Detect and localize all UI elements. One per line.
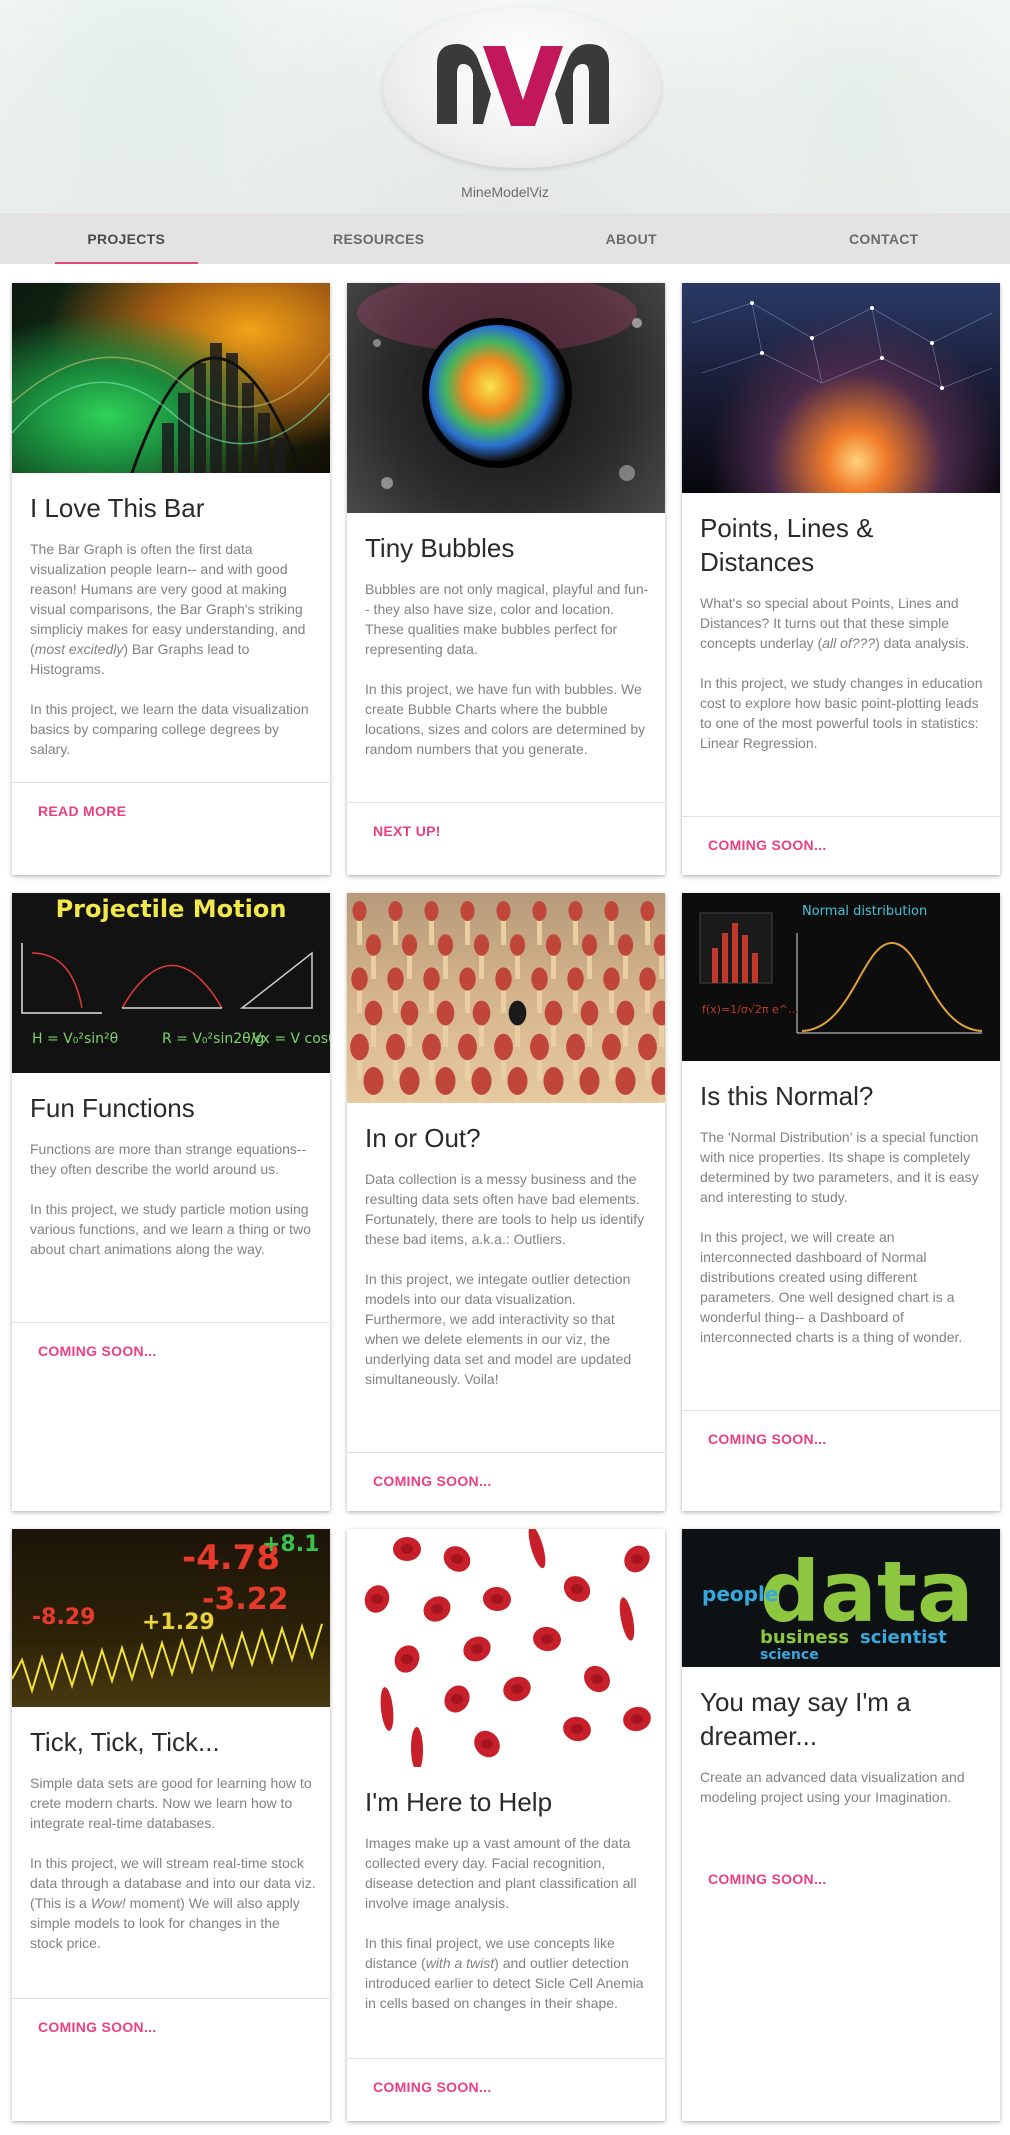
ticker-value: -8.29 [32,1605,95,1630]
card-title: I Love This Bar [30,493,205,523]
project-card-bubbles: Tiny Bubbles Bubbles are not only magica… [347,283,665,875]
card-divider [347,2058,665,2059]
stock-ticker-image: -4.78 -8.29 +1.29 -3.22 +8.1 [12,1529,330,1707]
card-divider [347,802,665,803]
project-card-cells: I'm Here to Help Images make up a vast a… [347,1529,665,2121]
card-divider [682,816,1000,817]
coming-soon-link[interactable]: COMING SOON... [373,2079,492,2095]
word-cloud-word: business [760,1627,849,1648]
coming-soon-link[interactable]: COMING SOON... [38,1343,157,1359]
svg-text:f(x)=1/σ√2π e^…: f(x)=1/σ√2π e^… [702,1003,799,1016]
card-divider [682,1410,1000,1411]
nav-about[interactable]: ABOUT [505,213,758,264]
nav-resources[interactable]: RESOURCES [253,213,506,264]
red-blood-cells-image [347,1529,665,1767]
coming-soon-link[interactable]: COMING SOON... [38,2019,157,2035]
coming-soon-link[interactable]: COMING SOON... [373,1473,492,1489]
coming-soon-link[interactable]: COMING SOON... [708,837,827,853]
read-more-link[interactable]: READ MORE [38,803,126,819]
card-description: Create an advanced data visualization an… [700,1769,965,1805]
card-title: Fun Functions [30,1093,195,1123]
card-description: Images make up a vast amount of the data… [365,1835,644,2011]
coming-soon-link[interactable]: COMING SOON... [708,1431,827,1447]
svg-text:Vx = V cosθ: Vx = V cosθ [252,1031,330,1047]
card-divider [12,1322,330,1323]
card-title: Tick, Tick, Tick... [30,1727,220,1757]
card-title: In or Out? [365,1123,481,1153]
bar-graph-image [12,283,330,473]
project-card-normal: Normal distribution f(x)=1/σ√2π e^… Is t… [682,893,1000,1511]
project-card-points: Points, Lines & Distances What's so spec… [682,283,1000,875]
image-heading: Projectile Motion [56,895,287,923]
card-title: Is this Normal? [700,1081,874,1111]
next-up-link[interactable]: NEXT UP! [373,823,441,839]
project-card-functions: Projectile Motion H = V₀²sin²θ R = V₀²sin… [12,893,330,1511]
card-divider [12,1998,330,1999]
site-header: MineModelViz [0,0,1010,213]
word-cloud-word: science [760,1647,819,1663]
card-description: Bubbles are not only magical, playful an… [365,581,649,757]
nav-contact[interactable]: CONTACT [758,213,1010,264]
card-title: I'm Here to Help [365,1787,553,1817]
main-nav: PROJECTS RESOURCES ABOUT CONTACT [0,213,1010,264]
network-image [682,283,1000,493]
ticker-value: +8.1 [262,1532,319,1557]
coming-soon-link[interactable]: COMING SOON... [708,1871,827,1887]
card-divider [347,1452,665,1453]
card-description: The Bar Graph is often the first data vi… [30,541,309,757]
word-cloud-word: scientist [860,1627,947,1648]
project-card-bar: I Love This Bar The Bar Graph is often t… [12,283,330,875]
bubble-image [347,283,665,513]
card-title: Points, Lines & Distances [700,513,874,577]
svg-text:R = V₀²sin2θ/g: R = V₀²sin2θ/g [162,1031,264,1047]
matches-image [347,893,665,1103]
word-cloud-image: data business scientist people science [682,1529,1000,1667]
project-card-dreamer: data business scientist people science Y… [682,1529,1000,2121]
card-description: Data collection is a messy business and … [365,1171,645,1387]
image-heading: Normal distribution [802,904,927,919]
nav-projects[interactable]: PROJECTS [0,213,253,264]
card-description: The 'Normal Distribution' is a special f… [700,1129,979,1345]
card-title: You may say I'm a dreamer... [700,1687,911,1751]
project-card-outliers: In or Out? Data collection is a messy bu… [347,893,665,1511]
ticker-value: -3.22 [202,1582,288,1617]
card-description: Simple data sets are good for learning h… [30,1775,316,1951]
mvm-logo[interactable] [433,34,613,134]
svg-text:H = V₀²sin²θ: H = V₀²sin²θ [32,1031,118,1047]
normal-distribution-image: Normal distribution f(x)=1/σ√2π e^… [682,893,1000,1061]
card-description: What's so special about Points, Lines an… [700,595,983,751]
site-name: MineModelViz [461,184,549,200]
project-card-stocks: -4.78 -8.29 +1.29 -3.22 +8.1 Tick, Tick,… [12,1529,330,2121]
projectile-motion-image: Projectile Motion H = V₀²sin²θ R = V₀²sin… [12,893,330,1073]
card-description: Functions are more than strange equation… [30,1141,311,1257]
word-cloud-word: people [702,1582,778,1606]
card-divider [12,782,330,783]
card-title: Tiny Bubbles [365,533,515,563]
